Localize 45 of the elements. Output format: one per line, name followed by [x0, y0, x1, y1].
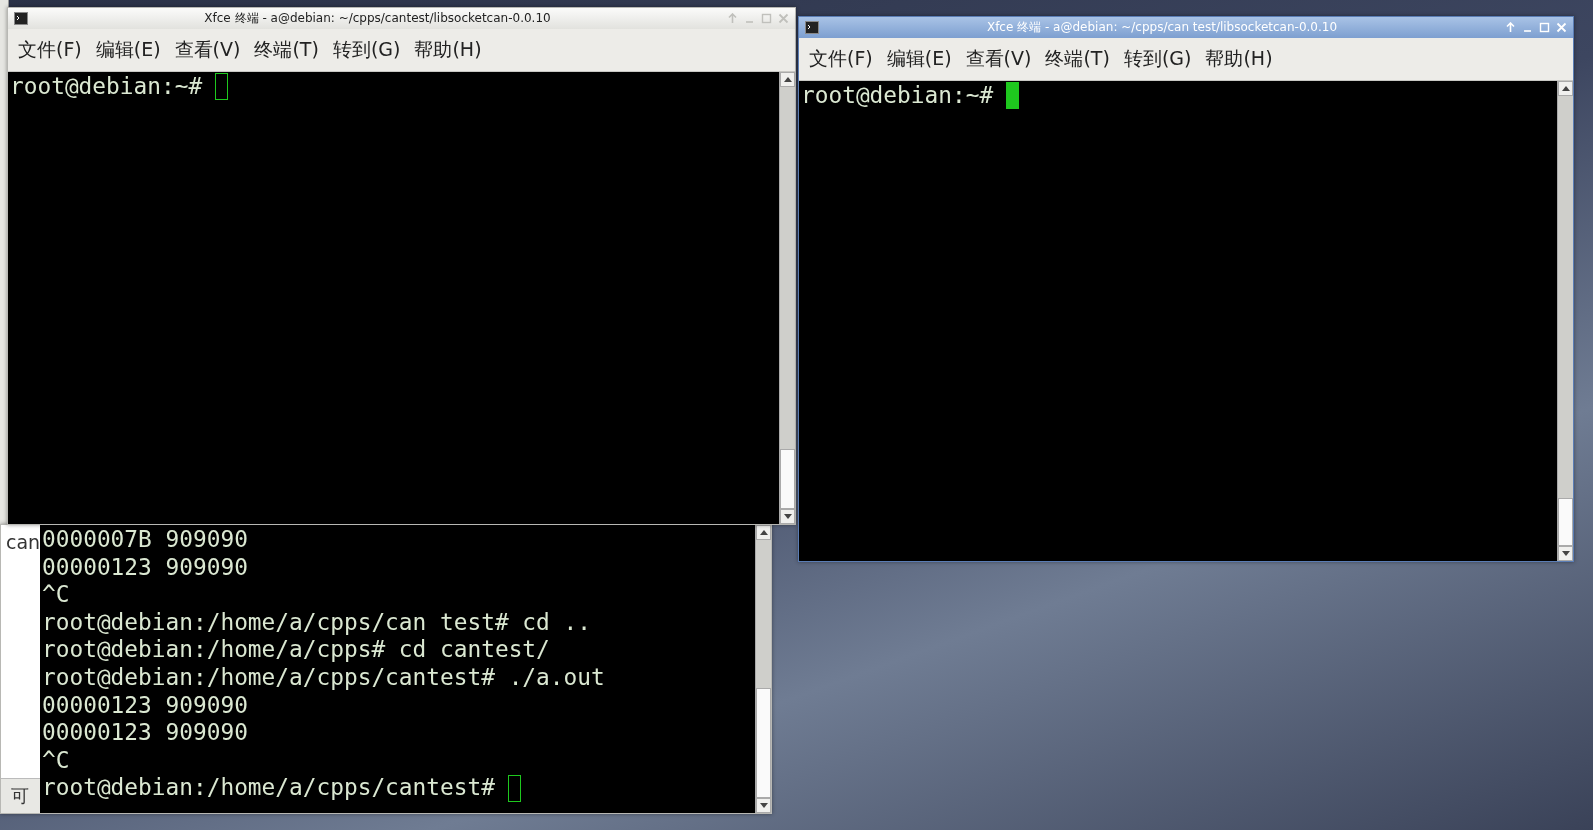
status-text: 可: [1, 778, 40, 813]
scroll-thumb[interactable]: [756, 688, 771, 798]
scroll-up-icon[interactable]: [783, 77, 792, 82]
terminal-line: ^C: [42, 746, 70, 775]
scroll-down-icon[interactable]: [783, 514, 792, 519]
menu-item[interactable]: 查看(V): [965, 46, 1032, 72]
terminal-line: 00000123 909090: [42, 553, 248, 582]
scrollbar[interactable]: [779, 72, 795, 524]
window-title: Xfce 终端 - a@debian: ~/cpps/cantest/libsocketcan-0.0.10: [203, 10, 552, 27]
menu-item[interactable]: 转到(G): [1123, 46, 1192, 72]
menu-item[interactable]: 转到(G): [332, 37, 401, 63]
menu-item[interactable]: 终端(T): [1045, 46, 1110, 72]
menu-item[interactable]: 终端(T): [254, 37, 319, 63]
scroll-down-icon[interactable]: [1561, 551, 1570, 556]
terminal-line: root@debian:~#: [10, 73, 203, 101]
terminal-line: root@debian:~#: [801, 82, 994, 110]
side-label: can: [5, 530, 40, 555]
terminal-line: 00000123 909090: [42, 691, 248, 720]
maximize-icon[interactable]: [761, 13, 772, 24]
terminal-line: root@debian:/home/a/cpps/cantest# ./a.out: [42, 663, 605, 692]
terminal-line: root@debian:/home/a/cpps# cd cantest/: [42, 636, 550, 664]
arrow-up-icon[interactable]: [727, 13, 738, 24]
scroll-thumb[interactable]: [1558, 498, 1573, 546]
scrollbar[interactable]: [1557, 81, 1573, 561]
terminal-line: 00000123 909090: [42, 719, 248, 747]
menu-item[interactable]: 文件(F): [18, 37, 82, 63]
scroll-down-icon[interactable]: [759, 803, 768, 808]
terminal-line: ^C: [42, 581, 70, 609]
menu-item[interactable]: 编辑(E): [886, 46, 952, 72]
terminal-icon[interactable]: [805, 21, 819, 34]
close-icon[interactable]: [778, 13, 789, 24]
menu-item[interactable]: 帮助(H): [414, 37, 482, 63]
scroll-thumb[interactable]: [780, 449, 795, 509]
scroll-up-icon[interactable]: [1561, 86, 1570, 91]
menu-item[interactable]: 文件(F): [809, 46, 873, 72]
window-title: Xfce 终端 - a@debian: ~/cpps/can test/libsocketcan-0.0.10: [985, 19, 1339, 36]
terminal-line: root@debian:/home/a/cpps/can test# cd ..: [42, 608, 591, 637]
scroll-up-icon[interactable]: [759, 530, 768, 535]
terminal-line: root@debian:/home/a/cpps/cantest#: [42, 774, 495, 802]
menu-item[interactable]: 编辑(E): [95, 37, 161, 63]
menu-item[interactable]: 查看(V): [174, 37, 241, 63]
terminal-icon[interactable]: [14, 12, 28, 25]
terminal-line: 0000007B 909090: [42, 526, 248, 554]
scrollbar[interactable]: [755, 525, 771, 813]
menu-item[interactable]: 帮助(H): [1205, 46, 1273, 72]
